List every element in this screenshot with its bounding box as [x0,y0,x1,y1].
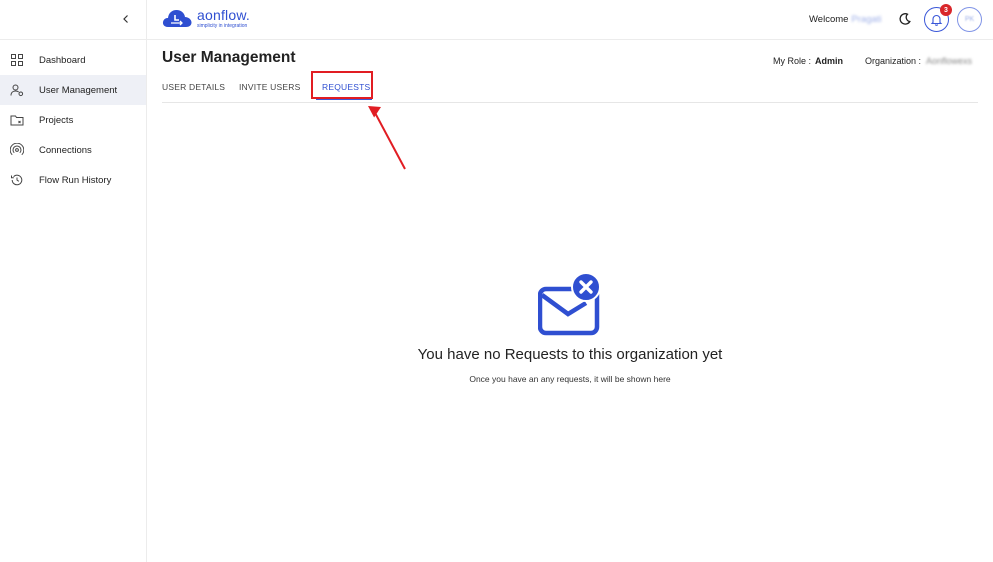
sidebar-item-label: Flow Run History [39,174,112,186]
mail-x-icon [538,273,601,336]
role-label: My Role : [773,56,812,66]
organization-value: Aonflowexs [926,56,973,66]
folder-icon [10,113,24,127]
sidebar-item-label: Dashboard [39,54,86,66]
sidebar-item-dashboard[interactable]: Dashboard [0,45,146,75]
sidebar-item-user-management[interactable]: User Management [0,75,146,105]
brand-logo[interactable]: aonflow. simplicity in integration [161,6,250,30]
empty-state-subtitle: Once you have an any requests, it will b… [469,374,671,384]
users-gear-icon [10,83,24,97]
annotation-arrow-icon [368,105,406,170]
main-content: User Management My Role : Admin Organizat… [147,41,993,562]
cloud-logo-icon [162,10,192,27]
welcome-message: Welcome Pragati [809,14,882,25]
tab-bar: USER DETAILS INVITE USERS REQUESTS [162,77,978,103]
sidebar-item-flow-run-history[interactable]: Flow Run History [0,165,146,195]
sidebar-item-label: Projects [39,114,74,126]
sidebar-top [0,0,146,40]
user-avatar[interactable]: PK [957,7,982,32]
tab-user-details[interactable]: USER DETAILS [162,82,225,92]
brand-tagline: simplicity in integration [197,22,248,29]
sidebar-nav: Dashboard User Management Projects Conne… [0,40,146,195]
brand-text: aonflow. simplicity in integration [197,8,250,29]
theme-toggle-button[interactable] [898,12,912,26]
welcome-label: Welcome [809,14,849,25]
annotation-highlight-box [311,71,373,99]
bell-icon [930,14,943,26]
sidebar-item-connections[interactable]: Connections [0,135,146,165]
broadcast-icon [10,143,24,157]
avatar-initials: PK [964,16,975,23]
sidebar-item-label: User Management [39,84,118,96]
notifications-button[interactable]: 3 [924,4,952,32]
sidebar: Dashboard User Management Projects Conne… [0,0,147,562]
empty-state-title: You have no Requests to this organizatio… [417,346,723,363]
organization-label: Organization : [865,56,922,66]
my-role: My Role : Admin [773,56,843,66]
app-root: Dashboard User Management Projects Conne… [0,0,993,562]
notification-count-badge: 3 [940,4,952,16]
top-header: aonflow. simplicity in integration Welco… [147,0,993,40]
history-icon [10,173,24,187]
page-title: User Management [162,49,296,66]
tab-invite-users[interactable]: INVITE USERS [239,82,300,92]
grid-icon [10,53,24,67]
organization: Organization : Aonflowexs [865,56,972,66]
welcome-user-name: Pragati [851,14,882,25]
sidebar-item-projects[interactable]: Projects [0,105,146,135]
moon-icon [899,13,911,25]
sidebar-item-label: Connections [39,144,92,156]
brand-name: aonflow. [197,6,250,23]
collapse-sidebar-button[interactable] [118,11,134,27]
chevron-left-icon [123,15,128,23]
role-value: Admin [815,56,844,66]
